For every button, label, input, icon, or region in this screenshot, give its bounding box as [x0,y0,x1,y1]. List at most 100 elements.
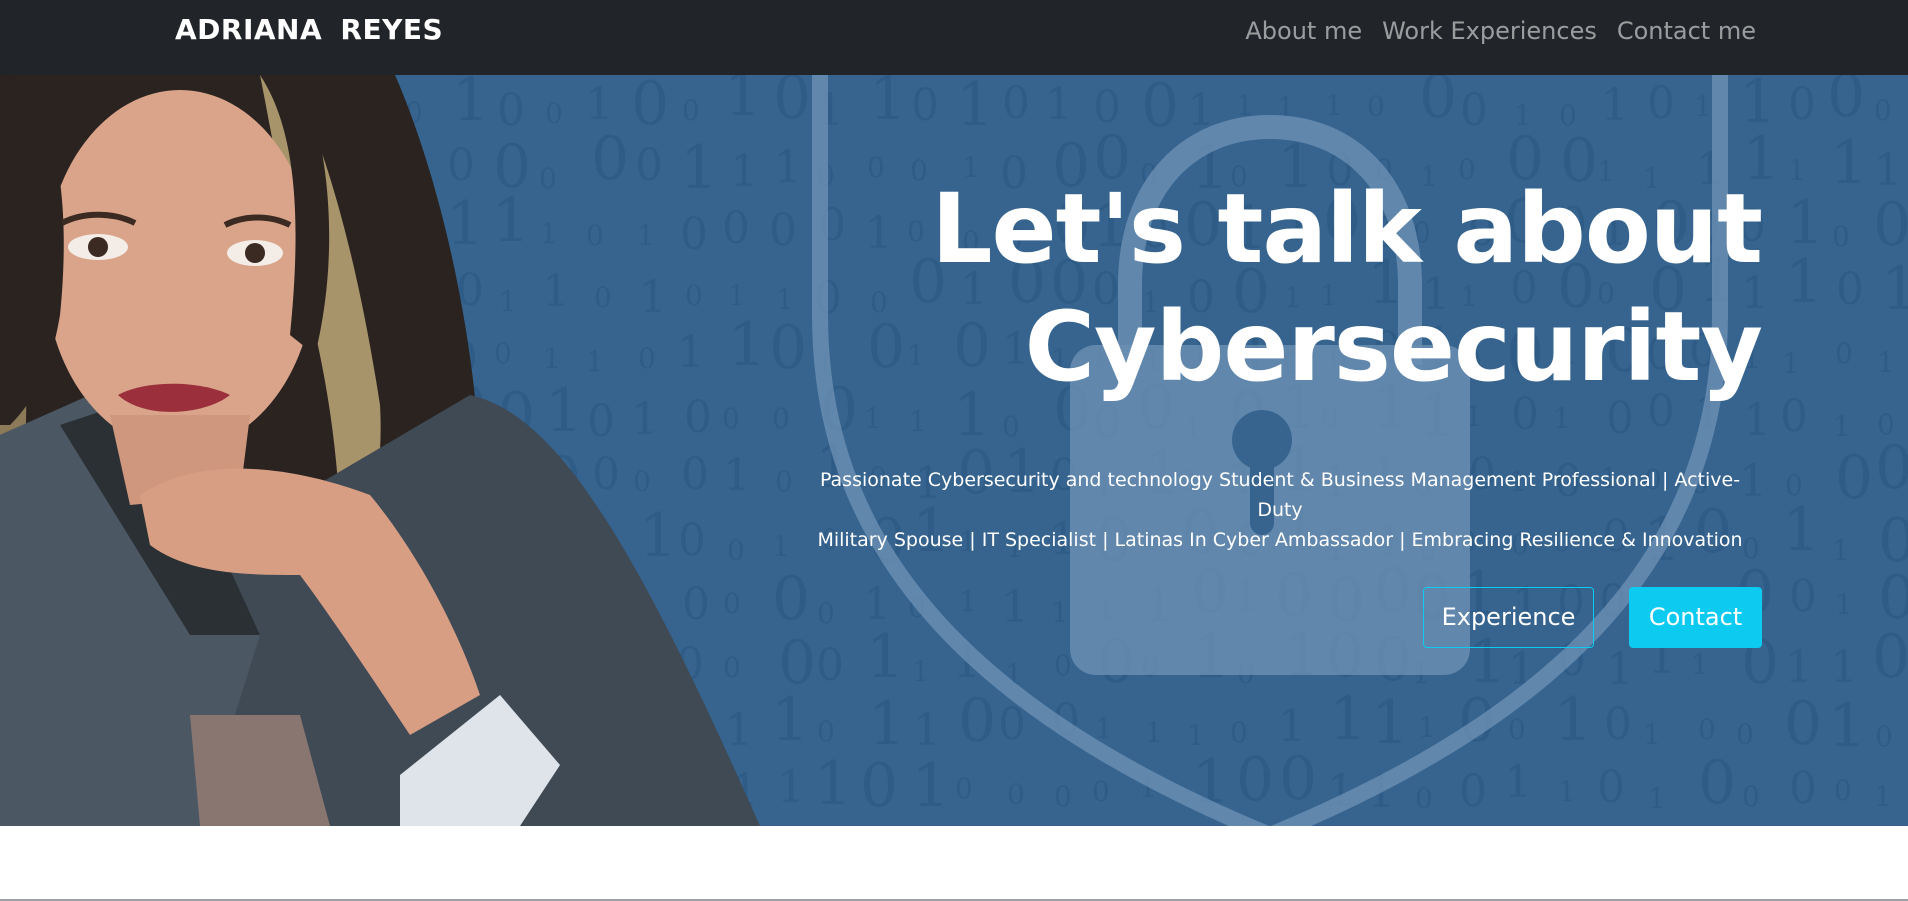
binary-digit: 0 [1835,443,1873,513]
hero-title: Let's talk about Cybersecurity [862,170,1763,406]
binary-digit: 0 [1367,90,1385,123]
binary-digit: 0 [1789,763,1817,814]
binary-digit: 1 [868,689,906,759]
binary-digit: 1 [1001,582,1029,633]
binary-digit: 0 [1834,774,1852,807]
binary-digit: 1 [1643,718,1661,751]
binary-digit: 1 [1418,711,1436,744]
binary-digit: 0 [911,80,939,131]
binary-digit: 0 [1742,780,1760,813]
binary-digit: 1 [1329,684,1367,754]
binary-digit: 0 [1874,94,1892,127]
binary-digit: 0 [1827,75,1865,131]
binary-digit: 0 [1832,220,1850,253]
binary-digit: 1 [814,749,852,819]
binary-digit: 1 [1833,410,1851,443]
hero-subtitle-line-2: Military Spouse | IT Specialist | Latina… [817,529,1743,551]
hero-buttons: Experience Contact [1423,587,1762,648]
binary-digit: 0 [1597,762,1625,813]
binary-digit: 0 [1002,78,1030,129]
binary-digit: 1 [1828,691,1866,761]
binary-digit: 1 [1832,534,1850,567]
experience-button[interactable]: Experience [1423,587,1594,648]
binary-digit: 0 [1836,264,1864,315]
hero-subtitle: Passionate Cybersecurity and technology … [800,465,1760,555]
binary-digit: 1 [1788,154,1806,187]
contact-button[interactable]: Contact [1629,587,1762,648]
binary-digit: 1 [866,622,904,692]
binary-digit: 1 [1371,688,1409,758]
binary-digit: 0 [1007,778,1025,811]
binary-digit: 0 [1780,391,1808,442]
binary-digit: 1 [1558,775,1576,808]
binary-digit: 0 [1460,85,1488,136]
binary-digit: 0 [1698,748,1736,818]
binary-digit: 1 [1877,346,1895,379]
binary-digit: 1 [1874,780,1892,813]
binary-digit: 1 [776,283,794,316]
binary-digit: 0 [1875,720,1893,753]
binary-digit: 1 [912,751,950,821]
binary-digit: 1 [777,762,805,813]
binary-digit: 1 [1782,495,1820,565]
binary-digit: 1 [1691,648,1709,681]
binary-digit: 0 [775,465,793,498]
binary-digit: 1 [1606,644,1634,695]
binary-digit: 0 [817,715,835,748]
binary-digit: 0 [1092,775,1110,808]
binary-digit: 1 [1045,79,1073,130]
binary-digit: 0 [1736,718,1754,751]
binary-digit: 1 [1601,80,1629,131]
hero-title-line-1: Let's talk about [931,173,1763,285]
binary-digit: 0 [1873,190,1908,260]
binary-digit: 0 [772,402,790,435]
nav-link-about-me[interactable]: About me [1245,14,1362,48]
binary-digit: 1 [1785,247,1823,317]
binary-digit: 0 [958,686,996,756]
binary-digit: 1 [909,405,927,438]
hero-subtitle-line-1: Passionate Cybersecurity and technology … [819,469,1741,521]
binary-digit: 0 [773,75,811,133]
binary-digit: 0 [1789,571,1817,622]
binary-digit: 1 [1325,89,1343,122]
binary-digit: 0 [817,597,835,630]
nav-link-work-experiences[interactable]: Work Experiences [1382,14,1597,48]
binary-digit: 1 [912,655,930,688]
binary-digit: 1 [1051,596,1069,629]
binary-digit: 1 [1504,757,1532,808]
hero-title-line-2: Cybersecurity [1024,291,1763,403]
binary-digit: 0 [772,564,810,634]
binary-digit: 1 [1830,128,1868,198]
binary-digit: 0 [1604,699,1632,750]
nav-links: About me Work Experiences Contact me [1245,14,1756,48]
binary-digit: 1 [913,705,941,756]
binary-digit: 0 [1054,780,1072,813]
binary-digit: 0 [769,313,807,383]
binary-digit: 1 [772,530,790,563]
binary-digit: 1 [1782,347,1800,380]
binary-digit: 1 [1648,782,1666,815]
binary-digit: 1 [771,685,809,755]
binary-digit: 1 [1694,90,1712,123]
binary-digit: 0 [769,205,797,256]
binary-digit: 0 [1647,78,1675,129]
hero-section: 0110010001101010001101010011000000110011… [0,75,1908,826]
binary-digit: 1 [956,75,994,140]
binary-digit: 1 [959,585,977,618]
binary-digit: 0 [1835,337,1853,370]
binary-digit: 1 [1553,402,1571,435]
binary-digit: 1 [1785,642,1813,693]
binary-digit: 0 [1415,782,1433,815]
binary-digit: 1 [1835,588,1853,621]
binary-digit: 0 [955,772,973,805]
binary-digit: 1 [1554,685,1592,755]
site-brand[interactable]: ADRIANA REYES [175,10,443,50]
binary-digit: 0 [1419,75,1457,132]
binary-digit: 0 [1236,745,1274,815]
binary-digit: 0 [1459,766,1487,817]
nav-link-contact-me[interactable]: Contact me [1617,14,1756,48]
binary-digit: 1 [1881,254,1908,324]
binary-digit: 1 [869,75,907,134]
binary-digit: 0 [1788,79,1816,130]
binary-digit: 1 [774,142,802,193]
